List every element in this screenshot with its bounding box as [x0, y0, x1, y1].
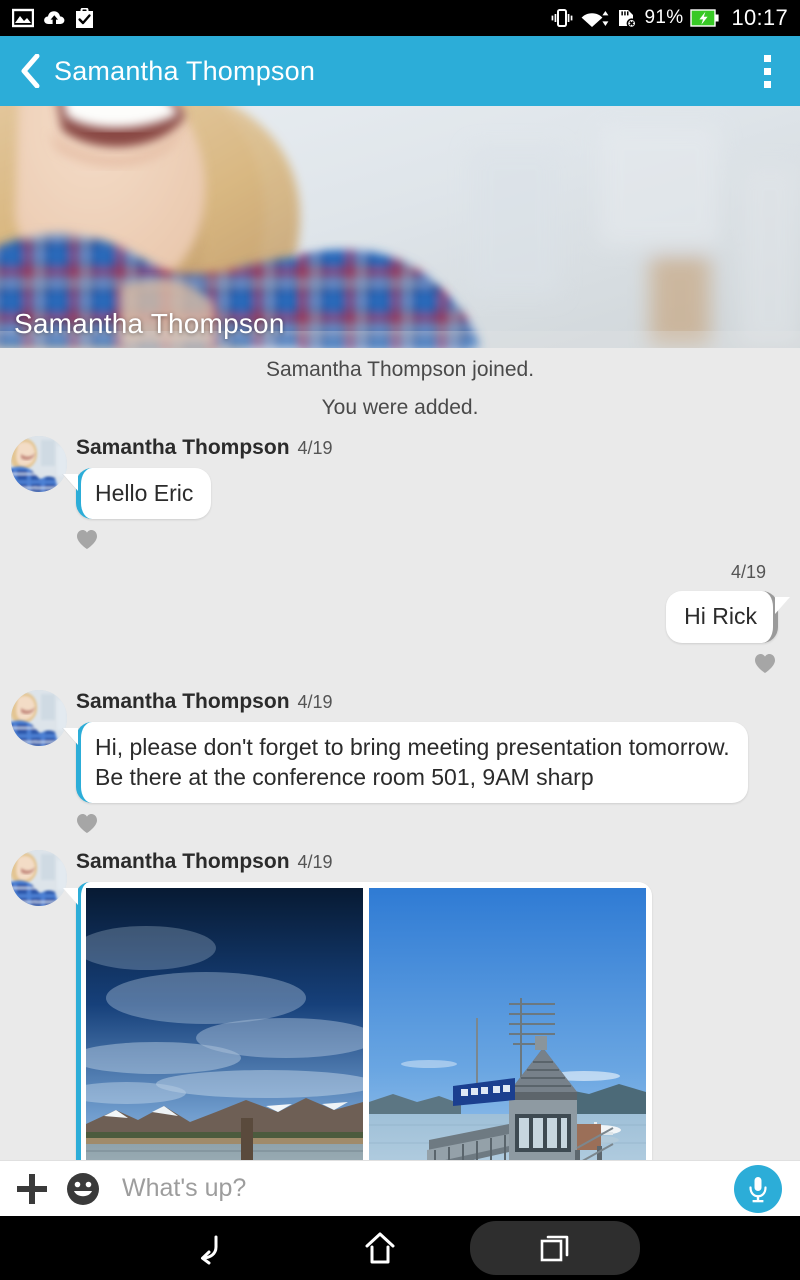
heart-icon[interactable]	[76, 813, 800, 834]
voice-record-button[interactable]	[734, 1164, 782, 1213]
avatar[interactable]	[11, 689, 67, 746]
heart-glyph	[755, 653, 775, 673]
message-bubble-wrap[interactable]: Hi, please don't forget to bring meeting…	[76, 721, 748, 804]
message-row-incoming-2: Samantha Thompson 4/19 Hi, please don't …	[0, 674, 800, 835]
cloud-upload-icon	[44, 11, 65, 24]
status-bar-left-icons	[12, 7, 94, 29]
battery-charging-icon	[690, 9, 720, 27]
avatar-image	[11, 850, 67, 907]
message-sender-line: Samantha Thompson 4/19	[76, 420, 800, 460]
system-navigation-bar	[0, 1216, 800, 1280]
message-bubble[interactable]: Hi Rick	[666, 591, 790, 643]
sd-card-removed-icon	[618, 10, 637, 28]
message-input-bar	[0, 1160, 800, 1216]
message-bubble-wrap[interactable]: Hello Eric	[76, 468, 212, 520]
boathouse-seaplane-photo	[369, 888, 646, 1160]
battery-percent-label: 91%	[644, 7, 684, 28]
message-sender-line: Samantha Thompson 4/19	[76, 834, 800, 874]
cover-photo[interactable]: Samantha Thompson	[0, 106, 800, 348]
avatar-image	[11, 436, 67, 492]
cover-photo-name: Samantha Thompson	[14, 308, 285, 339]
avatar[interactable]	[11, 850, 67, 907]
avatar-image	[11, 689, 67, 746]
message-row-outgoing-1: 4/19 Hi Rick	[0, 550, 800, 673]
vibrate-icon	[551, 9, 572, 27]
message-date: 4/19	[297, 852, 333, 873]
status-bar-right-icons: 91% 10:17	[550, 5, 789, 31]
photo-attachment-1[interactable]	[86, 888, 363, 1160]
message-bubble[interactable]: Hi, please don't forget to bring meeting…	[76, 721, 748, 804]
back-chevron-icon[interactable]	[18, 54, 42, 88]
smiley-icon[interactable]	[66, 1172, 100, 1206]
message-sender-name: Samantha Thompson	[76, 689, 290, 713]
message-date: 4/19	[297, 691, 333, 712]
phone-screen: 91% 10:17 Samantha Thompson Samantha Tho…	[0, 0, 800, 1280]
nav-home-button[interactable]	[330, 1216, 430, 1280]
clipboard-check-icon	[76, 7, 93, 28]
microphone-icon	[749, 1176, 767, 1202]
system-message-joined: Samantha Thompson joined.	[265, 358, 535, 381]
heart-glyph	[77, 530, 97, 550]
wifi-icon	[581, 11, 608, 27]
nav-recents-button[interactable]	[470, 1221, 640, 1275]
app-bar-title: Samantha Thompson	[54, 55, 316, 86]
lake-mountains-photo	[86, 888, 363, 1160]
image-icon	[12, 8, 34, 28]
app-bar: Samantha Thompson	[0, 36, 800, 106]
message-row-incoming-photos: Samantha Thompson 4/19	[0, 834, 800, 1160]
photo-message-bubble[interactable]	[63, 882, 652, 1160]
message-input[interactable]	[122, 1174, 734, 1203]
status-bar-clock: 10:17	[731, 5, 788, 30]
avatar[interactable]	[11, 436, 67, 492]
nav-back-button[interactable]	[160, 1216, 260, 1280]
plus-icon[interactable]	[14, 1171, 50, 1207]
heart-glyph	[77, 814, 97, 834]
message-date: 4/19	[297, 438, 333, 458]
message-thread[interactable]: Samantha Thompson joined. You were added…	[0, 348, 800, 1160]
message-sender-name: Samantha Thompson	[76, 850, 290, 874]
message-row-incoming-1: Samantha Thompson 4/19 Hello Eric	[0, 420, 800, 550]
overflow-menu-icon[interactable]	[752, 51, 782, 91]
message-sender-line: Samantha Thompson 4/19	[76, 674, 800, 714]
photo-attachment-2[interactable]	[369, 888, 646, 1160]
nav-back-icon	[201, 1235, 218, 1265]
nav-home-icon	[365, 1232, 395, 1264]
message-sender-name: Samantha Thompson	[76, 436, 290, 459]
status-bar: 91% 10:17	[0, 0, 800, 36]
message-bubble-wrap[interactable]: Hi Rick	[0, 591, 800, 643]
message-date: 4/19	[730, 562, 766, 583]
nav-recents-icon	[540, 1235, 569, 1262]
photo-message-bubble-wrap[interactable]	[63, 882, 652, 1160]
heart-icon[interactable]	[0, 653, 800, 674]
message-bubble[interactable]: Hello Eric	[76, 468, 212, 520]
heart-icon[interactable]	[76, 529, 800, 550]
system-message-added: You were added.	[321, 396, 479, 419]
